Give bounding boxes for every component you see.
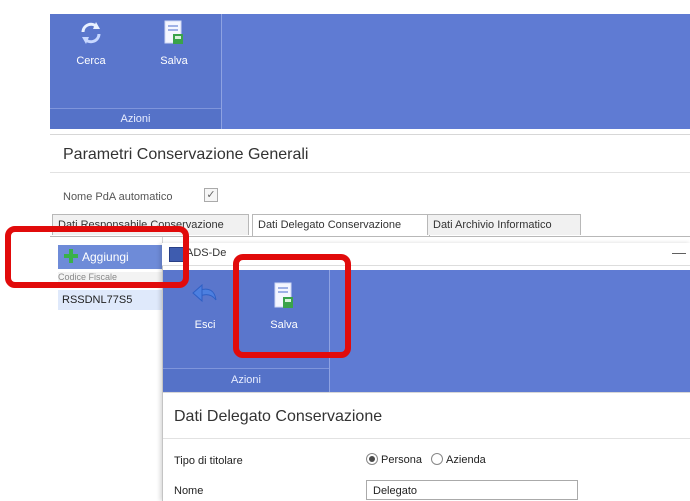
salva-button[interactable]: Salva [149,20,199,100]
nome-pda-label: Nome PdA automatico [63,191,173,203]
dialog-title: ADS-De [186,247,227,259]
cerca-label: Cerca [76,55,106,67]
esci-label: Esci [194,319,216,331]
persona-radio[interactable] [366,453,378,465]
highlight-salva [233,254,351,358]
salva-label: Salva [160,55,188,67]
azienda-radio[interactable] [431,453,444,465]
dialog-ribbon-group-label: Azioni [163,368,329,391]
page-title: Parametri Conservazione Generali [63,146,309,163]
section-title: Dati Delegato Conservazione [174,408,383,425]
refresh-icon [81,22,101,44]
divider [50,172,690,173]
nome-label: Nome [174,485,204,497]
nome-pda-checkbox[interactable]: ✓ [204,188,218,202]
divider [163,438,690,439]
divider [163,392,690,393]
highlight-aggiungi [5,226,189,288]
tipo-titolare-label: Tipo di titolare [174,455,243,467]
undo-icon [192,283,217,303]
tipo-titolare-radio-group: Persona Azienda [366,453,492,466]
tab-delegato[interactable]: Dati Delegato Conservazione [252,214,430,236]
nome-input[interactable]: Delegato [366,480,578,500]
table-row[interactable]: RSSDNL77S5 [58,290,166,310]
save-icon [164,20,183,44]
divider [50,134,690,135]
esci-button[interactable]: Esci [180,282,230,362]
minimize-button[interactable]: — [672,244,686,260]
azienda-label: Azienda [446,454,486,466]
persona-label: Persona [381,454,422,466]
tab-archivio[interactable]: Dati Archivio Informatico [427,214,581,235]
ribbon-group-label: Azioni [50,108,221,129]
cerca-button[interactable]: Cerca [66,20,116,100]
